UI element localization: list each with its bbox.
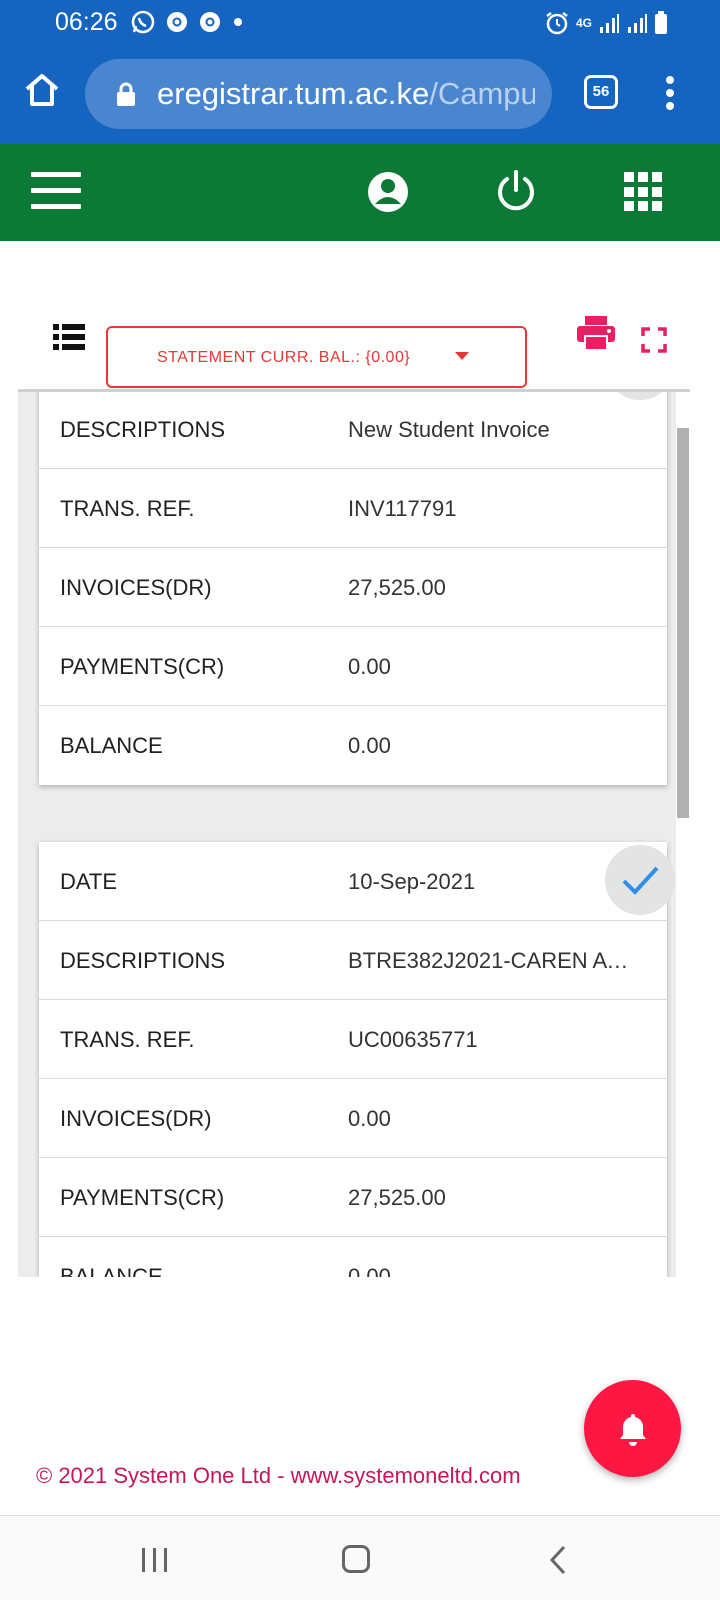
table-row: PAYMENTS(CR) 27,525.00 [39,1158,667,1237]
home-nav-icon[interactable] [342,1545,370,1573]
card-partial-row [39,389,667,390]
dot-icon [234,18,242,26]
apps-grid-icon[interactable] [624,172,664,212]
row-value: 0.00 [348,1106,391,1131]
scrollbar[interactable] [676,392,690,1277]
row-value: 0.00 [348,1264,391,1277]
whatsapp-icon [131,10,155,34]
statement-list[interactable]: DESCRIPTIONS New Student Invoice TRANS. R… [18,389,690,1277]
fullscreen-icon[interactable] [641,327,667,353]
row-label: PAYMENTS(CR) [60,1185,225,1210]
row-value: New Student Invoice [348,417,550,442]
row-value: UC00635771 [348,1027,478,1052]
status-bar: 06:26 4G [0,0,720,44]
battery-icon [655,11,667,34]
bell-icon [620,1414,646,1446]
signal-icon [600,14,619,33]
notifications-fab[interactable] [584,1380,681,1477]
row-label: DATE [60,869,118,894]
row-value: 27,525.00 [348,1185,446,1210]
lock-icon [117,82,135,106]
url-path: /Campu [429,76,535,111]
table-row: INVOICES(DR) 27,525.00 [39,548,667,627]
overflow-menu-icon[interactable] [660,74,680,114]
row-label: BALANCE [60,733,163,758]
row-value: 0.00 [348,654,391,679]
account-circle-icon[interactable] [366,170,410,214]
row-label: DESCRIPTIONS [60,417,226,442]
network-4g-icon: 4G [575,16,592,30]
table-row: DATE 10-Sep-2021 [39,842,675,921]
row-value: INV117791 [348,496,457,521]
statement-card: DATE 10-Sep-2021 DESCRIPTIONS BTRE382J202… [39,842,675,1277]
browser-toolbar: eregistrar.tum.ac.ke/Campu 56 [0,44,720,144]
home-icon[interactable] [22,70,62,110]
chrome-icon [200,12,220,32]
row-value: 10-Sep-2021 [348,869,476,894]
system-navigation-bar [0,1515,720,1600]
row-label: INVOICES(DR) [60,1106,212,1131]
table-row: DESCRIPTIONS New Student Invoice [39,392,667,469]
alarm-icon [546,12,568,35]
row-label: TRANS. REF. [60,1027,195,1052]
caret-down-icon [455,352,469,360]
table-row: BALANCE 0.00 [39,1237,667,1277]
row-select-button[interactable] [605,845,675,915]
app-header [0,144,720,241]
recent-apps-icon[interactable] [140,1546,170,1574]
statement-dropdown[interactable]: STATEMENT CURR. BAL.: {0.00} [106,326,527,388]
address-bar[interactable]: eregistrar.tum.ac.ke/Campu [85,59,552,129]
row-value: 27,525.00 [348,575,446,600]
table-row: INVOICES(DR) 0.00 [39,1079,667,1158]
url-text[interactable]: eregistrar.tum.ac.ke/Campu [157,76,535,112]
row-label: BALANCE [60,1264,163,1277]
row-label: TRANS. REF. [60,496,195,521]
row-label: PAYMENTS(CR) [60,654,225,679]
hamburger-menu-icon[interactable] [31,172,81,212]
row-label: DESCRIPTIONS [60,948,226,973]
status-time: 06:26 [55,8,118,36]
tab-switcher-button[interactable]: 56 [584,75,618,109]
table-row: TRANS. REF. UC00635771 [39,1000,667,1079]
row-value: 0.00 [348,733,391,758]
print-icon[interactable] [577,316,615,350]
row-label: INVOICES(DR) [60,575,212,600]
system-icons: 4G [544,10,668,36]
scrollbar-thumb[interactable] [677,428,689,818]
statement-dropdown-label: STATEMENT CURR. BAL.: {0.00} [157,349,411,366]
checkmark-icon [622,866,659,895]
notification-icons [130,9,245,35]
row-value: BTRE382J2021-CAREN AW... [348,948,638,973]
chrome-icon [167,12,187,32]
table-row: TRANS. REF. INV117791 [39,469,667,548]
power-icon[interactable] [494,168,538,212]
table-row: PAYMENTS(CR) 0.00 [39,627,667,706]
list-view-icon[interactable] [53,324,85,350]
statement-card: DESCRIPTIONS New Student Invoice TRANS. R… [39,389,675,785]
signal-icon [628,14,647,33]
back-icon[interactable] [548,1544,568,1576]
table-row: BALANCE 0.00 [39,706,667,785]
copyright-text: © 2021 System One Ltd - www.systemoneltd… [36,1463,521,1488]
url-host: eregistrar.tum.ac.ke [157,76,430,111]
table-row: DESCRIPTIONS BTRE382J2021-CAREN AW... [39,921,667,1000]
